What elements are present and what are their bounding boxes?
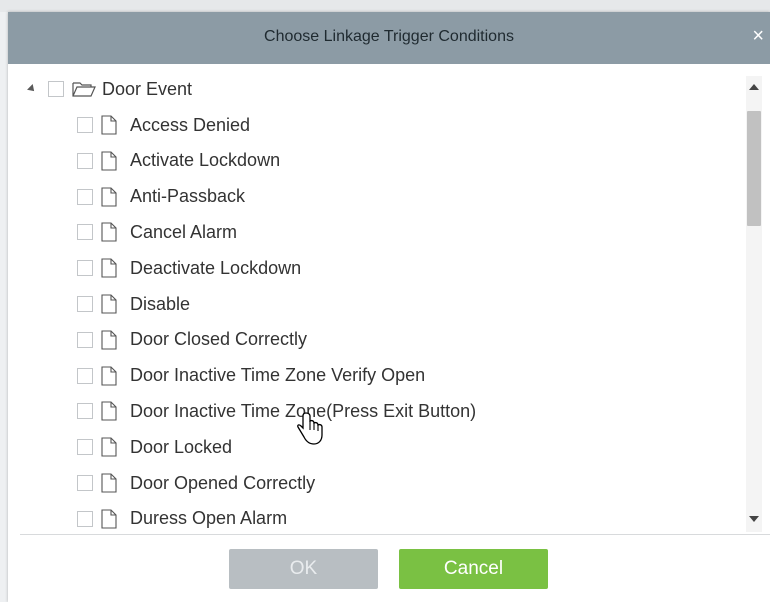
trigger-tree: Door Event Access Denied Activate Lockdow… xyxy=(8,64,743,532)
tree-node-label: Activate Lockdown xyxy=(130,150,281,171)
tree-node-label: Deactivate Lockdown xyxy=(130,257,302,278)
tree-node-door-event[interactable]: Door Event xyxy=(27,74,193,104)
checkbox[interactable] xyxy=(48,81,64,97)
expand-triangle-icon[interactable] xyxy=(27,84,37,94)
tree-node[interactable]: Duress Open Alarm xyxy=(77,504,287,532)
checkbox[interactable] xyxy=(77,475,93,491)
tree-node[interactable]: Disable xyxy=(77,289,190,319)
checkbox[interactable] xyxy=(77,117,93,133)
file-icon xyxy=(101,294,117,314)
file-icon xyxy=(101,115,117,135)
checkbox[interactable] xyxy=(77,188,93,205)
page-backdrop xyxy=(0,0,770,12)
tree-node-label: Access Denied xyxy=(130,114,251,135)
tree-node[interactable]: Door Inactive Time Zone Verify Open xyxy=(77,361,425,391)
tree-node-label: Door Closed Correctly xyxy=(130,329,308,350)
folder-open-icon xyxy=(72,82,96,97)
dialog-title: Choose Linkage Trigger Conditions xyxy=(264,28,514,45)
file-icon xyxy=(101,473,117,493)
checkbox[interactable] xyxy=(77,403,93,420)
checkbox[interactable] xyxy=(77,439,93,456)
checkbox[interactable] xyxy=(77,224,93,241)
scroll-up-arrow-icon[interactable] xyxy=(749,84,759,90)
ok-button[interactable]: OK xyxy=(229,549,378,589)
checkbox[interactable] xyxy=(77,331,93,348)
scroll-down-arrow-icon[interactable] xyxy=(749,516,759,522)
footer-divider xyxy=(20,534,770,535)
scrollbar[interactable] xyxy=(746,76,762,532)
tree-node-label: Door Inactive Time Zone Verify Open xyxy=(130,365,426,386)
dialog-titlebar: Choose Linkage Trigger Conditions × xyxy=(8,12,770,64)
checkbox[interactable] xyxy=(77,296,93,312)
tree-node[interactable]: Door Inactive Time Zone(Press Exit Butto… xyxy=(77,396,476,426)
cancel-button[interactable]: Cancel xyxy=(399,549,548,589)
tree-node[interactable]: Anti-Passback xyxy=(77,182,245,212)
hand-cursor-icon xyxy=(297,412,323,445)
checkbox[interactable] xyxy=(77,367,93,384)
file-icon xyxy=(101,366,117,386)
scroll-thumb[interactable] xyxy=(747,111,761,226)
file-icon xyxy=(101,222,117,242)
tree-node[interactable]: Door Locked xyxy=(77,432,232,462)
file-icon xyxy=(101,401,117,421)
tree-node-label: Door Event xyxy=(102,78,193,99)
tree-node-label: Disable xyxy=(130,293,191,314)
tree-node-label: Door Locked xyxy=(130,436,233,457)
close-icon[interactable]: × xyxy=(752,25,764,47)
tree-node[interactable]: Door Opened Correctly xyxy=(77,468,315,498)
tree-node-label: Cancel Alarm xyxy=(130,221,238,242)
tree-node-label: Door Opened Correctly xyxy=(130,472,316,493)
file-icon xyxy=(101,258,117,278)
file-icon xyxy=(101,437,117,457)
checkbox[interactable] xyxy=(77,510,93,527)
tree-node-label: Duress Open Alarm xyxy=(130,508,288,529)
file-icon xyxy=(101,330,117,350)
tree-node[interactable]: Activate Lockdown xyxy=(77,146,280,176)
tree-node[interactable]: Door Closed Correctly xyxy=(77,325,307,355)
tree-node-label: Anti-Passback xyxy=(130,186,246,207)
file-icon xyxy=(101,187,117,207)
file-icon xyxy=(101,509,117,529)
checkbox[interactable] xyxy=(77,260,93,277)
tree-node[interactable]: Deactivate Lockdown xyxy=(77,253,301,283)
tree-node[interactable]: Access Denied xyxy=(77,110,250,140)
file-icon xyxy=(101,151,117,171)
checkbox[interactable] xyxy=(77,152,93,169)
linkage-trigger-dialog: Choose Linkage Trigger Conditions × Door… xyxy=(8,12,770,602)
tree-node[interactable]: Cancel Alarm xyxy=(77,217,237,247)
